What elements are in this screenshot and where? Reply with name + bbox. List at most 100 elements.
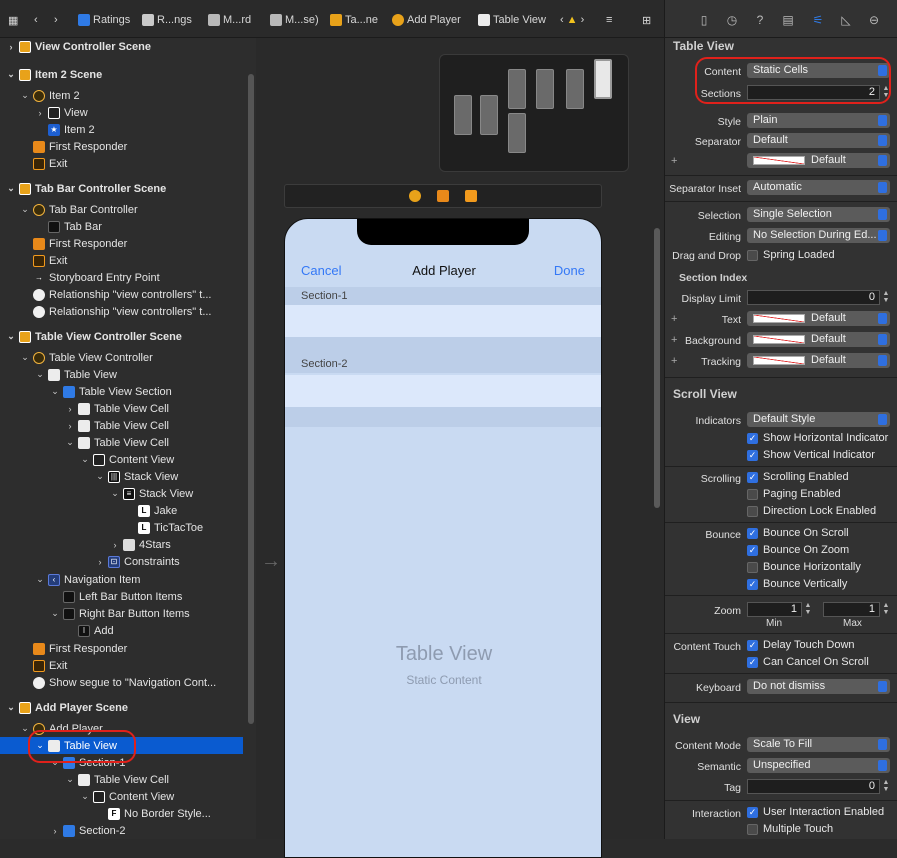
tree-row-relationship[interactable]: Relationship "view controllers" t... bbox=[0, 286, 248, 303]
style-popup[interactable]: Plain bbox=[747, 113, 890, 128]
user-interaction-checkbox[interactable]: ✓ User Interaction Enabled bbox=[747, 805, 884, 819]
disclosure-icon[interactable]: ⌄ bbox=[20, 723, 30, 734]
scrolling-enabled-checkbox[interactable]: ✓ Scrolling Enabled bbox=[747, 470, 849, 484]
tree-row-image-4stars[interactable]: › 4Stars bbox=[0, 536, 248, 553]
disclosure-icon[interactable]: ⌄ bbox=[6, 183, 16, 194]
plus-icon[interactable]: + bbox=[671, 355, 677, 367]
bounce-on-zoom-checkbox[interactable]: ✓ Bounce On Zoom bbox=[747, 543, 849, 557]
disclosure-icon[interactable]: ⌄ bbox=[65, 774, 75, 785]
split-editor-icon[interactable]: ⊞ bbox=[642, 12, 651, 28]
paging-enabled-checkbox[interactable]: Paging Enabled bbox=[747, 487, 841, 501]
checkbox[interactable] bbox=[747, 249, 758, 261]
tree-row-item2-tab[interactable]: ★ Item 2 bbox=[0, 121, 248, 138]
tree-row-stack-view[interactable]: ⌄ ||| Stack View bbox=[0, 468, 248, 485]
tree-row-relationship[interactable]: Relationship "view controllers" t... bbox=[0, 303, 248, 320]
checkbox[interactable]: ✓ bbox=[747, 578, 758, 590]
plus-icon[interactable]: + bbox=[671, 334, 677, 346]
semantic-popup[interactable]: Unspecified bbox=[747, 758, 890, 773]
file-inspector-icon[interactable]: ▯ bbox=[697, 13, 711, 27]
display-limit-field[interactable]: 0 bbox=[747, 290, 880, 305]
back-icon[interactable]: ‹ bbox=[34, 12, 38, 28]
disclosure-icon[interactable]: ⌄ bbox=[20, 90, 30, 101]
outline-scrollbar[interactable] bbox=[248, 74, 254, 724]
tree-row-add-button[interactable]: I Add bbox=[0, 622, 248, 639]
tree-row-tvc-scene[interactable]: ⌄ Table View Controller Scene bbox=[0, 328, 248, 345]
disclosure-icon[interactable]: ⌄ bbox=[6, 331, 16, 342]
disclosure-icon[interactable]: ⌄ bbox=[35, 574, 45, 585]
help-icon[interactable]: ? bbox=[753, 13, 767, 27]
checkbox[interactable]: ✓ bbox=[747, 806, 758, 818]
spring-loaded-checkbox[interactable]: Spring Loaded bbox=[747, 248, 835, 262]
jump-item-scene[interactable]: Ta...ne bbox=[330, 12, 378, 28]
tracking-color-popup[interactable]: Default bbox=[747, 353, 890, 368]
disclosure-icon[interactable]: ⌄ bbox=[80, 454, 90, 465]
grid-icon[interactable]: ▦ bbox=[8, 12, 18, 28]
checkbox[interactable] bbox=[747, 488, 758, 500]
disclosure-icon[interactable]: ⌄ bbox=[110, 488, 120, 499]
selection-popup[interactable]: Single Selection bbox=[747, 207, 890, 222]
identity-inspector-icon[interactable]: ▤ bbox=[781, 13, 795, 27]
plus-icon[interactable]: + bbox=[671, 313, 677, 325]
multiple-touch-checkbox[interactable]: Multiple Touch bbox=[747, 822, 833, 836]
disclosure-icon[interactable]: › bbox=[50, 826, 60, 836]
tree-row-label-tictactoe[interactable]: L TicTacToe bbox=[0, 519, 248, 536]
checkbox[interactable]: ✓ bbox=[747, 656, 758, 668]
disclosure-icon[interactable]: ⌄ bbox=[50, 386, 60, 397]
separator-popup[interactable]: Default bbox=[747, 133, 890, 148]
tree-row-navigation-item[interactable]: ⌄ ‹ Navigation Item bbox=[0, 571, 248, 588]
tree-row-constraints[interactable]: › ⊡ Constraints bbox=[0, 553, 248, 570]
history-icon[interactable]: ◷ bbox=[725, 13, 739, 27]
tree-row-tv-cell[interactable]: ⌄ Table View Cell bbox=[0, 771, 248, 788]
tag-field[interactable]: 0 bbox=[747, 779, 880, 794]
tree-row-content-view[interactable]: ⌄ Content View bbox=[0, 788, 248, 805]
delay-touch-checkbox[interactable]: ✓ Delay Touch Down bbox=[747, 638, 855, 652]
disclosure-icon[interactable]: › bbox=[95, 557, 105, 567]
jump-item-ratings[interactable]: Ratings bbox=[78, 12, 130, 28]
tree-row-stack-view[interactable]: ⌄ ≡ Stack View bbox=[0, 485, 248, 502]
disclosure-icon[interactable]: › bbox=[35, 108, 45, 118]
first-responder-icon[interactable] bbox=[437, 190, 449, 202]
tree-row-item2-scene[interactable]: ⌄ Item 2 Scene bbox=[0, 66, 248, 83]
attributes-inspector-icon[interactable]: ⚟ bbox=[811, 13, 825, 27]
jump-item-folder[interactable]: R...ngs bbox=[142, 12, 192, 28]
tree-row-exit[interactable]: Exit bbox=[0, 155, 248, 172]
display-limit-stepper[interactable]: ▲ ▼ bbox=[882, 290, 890, 305]
disclosure-icon[interactable]: ⌄ bbox=[35, 369, 45, 380]
separator-color-popup[interactable]: Default bbox=[747, 153, 890, 168]
forward-icon[interactable]: › bbox=[54, 12, 58, 28]
disclosure-icon[interactable]: › bbox=[65, 404, 75, 414]
jump-item-base[interactable]: M...se) bbox=[270, 12, 319, 28]
tree-row-table-view[interactable]: ⌄ Table View bbox=[0, 366, 248, 383]
tree-row-entry-point[interactable]: → Storyboard Entry Point bbox=[0, 269, 248, 286]
show-v-indicator-checkbox[interactable]: ✓ Show Vertical Indicator bbox=[747, 448, 875, 462]
checkbox[interactable]: ✓ bbox=[747, 544, 758, 556]
minimap[interactable] bbox=[439, 54, 629, 172]
jump-item-storyboard[interactable]: M...rd bbox=[208, 12, 251, 28]
checkbox[interactable]: ✓ bbox=[747, 449, 758, 461]
tree-row-section-2[interactable]: › Section-2 bbox=[0, 822, 248, 839]
indicators-popup[interactable]: Default Style bbox=[747, 412, 890, 427]
menu-lines-icon[interactable]: ≡ bbox=[606, 12, 612, 28]
checkbox[interactable]: ✓ bbox=[747, 471, 758, 483]
tree-row-view[interactable]: › View bbox=[0, 104, 248, 121]
disclosure-icon[interactable]: ⌄ bbox=[20, 352, 30, 363]
size-inspector-icon[interactable]: ◺ bbox=[839, 13, 853, 27]
tag-stepper[interactable]: ▲ ▼ bbox=[882, 779, 890, 794]
table-cell[interactable] bbox=[285, 375, 601, 407]
warning-icon[interactable]: ‹ ▲ › bbox=[560, 12, 584, 28]
table-cell[interactable] bbox=[285, 305, 601, 337]
checkbox[interactable] bbox=[747, 505, 758, 517]
checkbox[interactable] bbox=[747, 823, 758, 835]
jump-item-table-view[interactable]: Table View bbox=[478, 12, 546, 28]
tree-row-first-responder[interactable]: First Responder bbox=[0, 640, 248, 657]
tree-row-first-responder[interactable]: First Responder bbox=[0, 235, 248, 252]
separator-inset-popup[interactable]: Automatic bbox=[747, 180, 890, 195]
tree-row-tabbar-scene[interactable]: ⌄ Tab Bar Controller Scene bbox=[0, 180, 248, 197]
background-color-popup[interactable]: Default bbox=[747, 332, 890, 347]
zoom-max-field[interactable]: 1 bbox=[823, 602, 880, 617]
exit-icon[interactable] bbox=[465, 190, 477, 202]
connections-inspector-icon[interactable]: ⊖ bbox=[867, 13, 881, 27]
disclosure-icon[interactable]: › bbox=[65, 421, 75, 431]
bounce-horizontally-checkbox[interactable]: Bounce Horizontally bbox=[747, 560, 861, 574]
disclosure-icon[interactable]: ⌄ bbox=[6, 69, 16, 80]
